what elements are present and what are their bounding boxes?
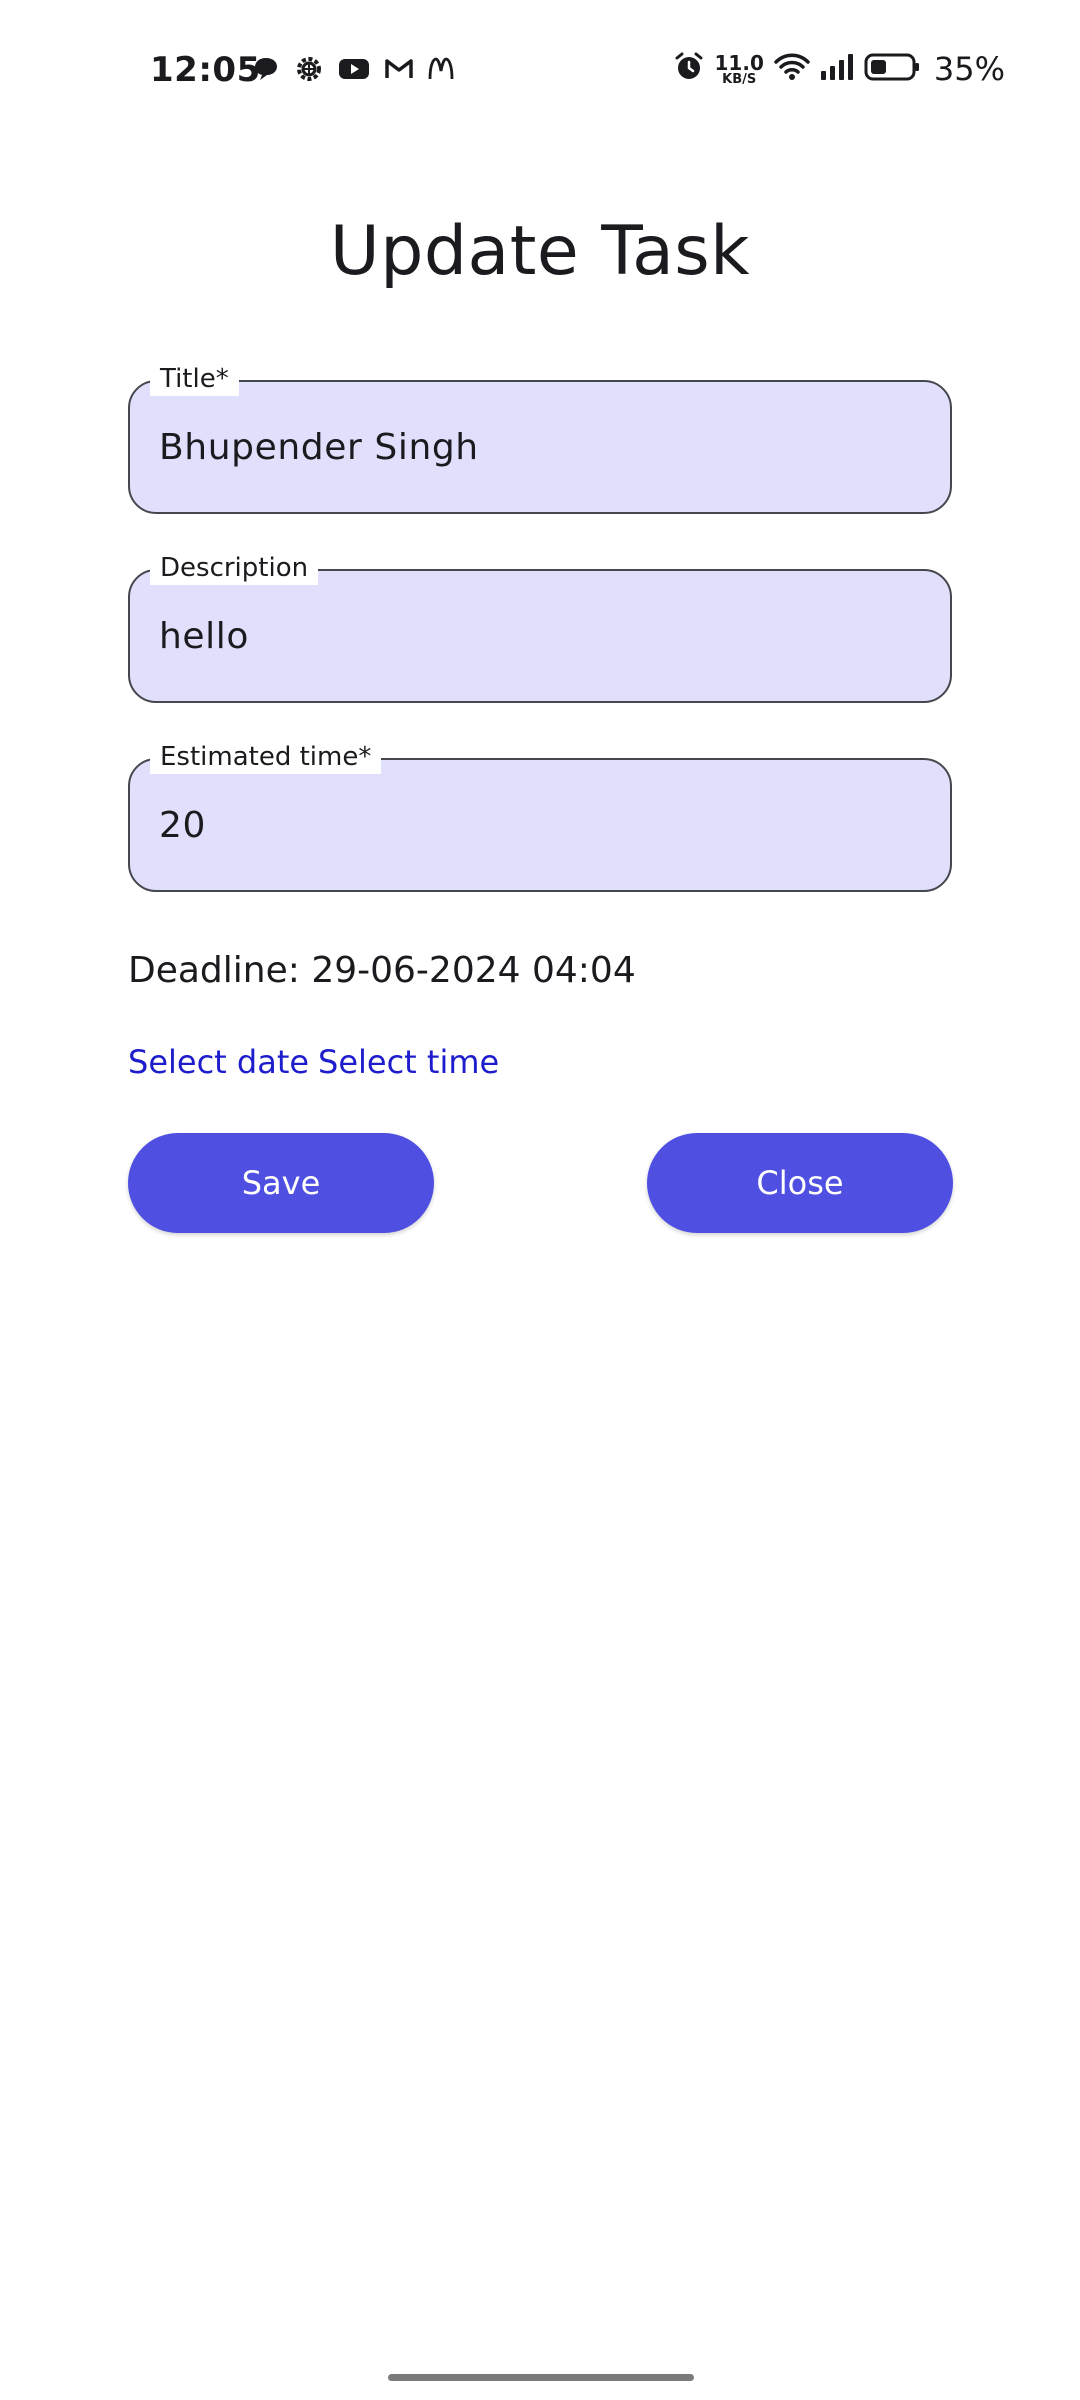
description-field-value[interactable]: hello (159, 571, 249, 701)
estimated-time-field-value[interactable]: 20 (159, 760, 206, 890)
home-indicator[interactable] (388, 2374, 694, 2381)
estimated-time-field[interactable]: Estimated time* 20 (128, 740, 952, 892)
youtube-icon (338, 57, 370, 81)
network-speed: 11.0 KB/S (715, 53, 764, 86)
gear-icon (294, 54, 324, 84)
mcdonalds-icon (428, 57, 454, 81)
select-date-link[interactable]: Select date (128, 1043, 309, 1081)
title-field[interactable]: Title* Bhupender Singh (128, 362, 952, 514)
select-time-link[interactable]: Select time (318, 1043, 499, 1081)
network-speed-value: 11.0 (714, 50, 764, 75)
network-speed-unit: KB/S (722, 71, 757, 87)
alarm-icon (673, 51, 705, 87)
close-button[interactable]: Close (647, 1133, 953, 1233)
title-field-value[interactable]: Bhupender Singh (159, 382, 479, 512)
system-status-icons: 11.0 KB/S 35% (673, 50, 1005, 88)
description-field[interactable]: Description hello (128, 551, 952, 703)
status-bar: 12:05 11.0 KB/S 35% (0, 0, 1080, 140)
deadline-text: Deadline: 29-06-2024 04:04 (128, 950, 636, 991)
gmail-icon (384, 57, 414, 81)
page-title: Update Task (329, 212, 751, 291)
battery-percent: 35% (933, 50, 1005, 88)
status-time: 12:05 (150, 50, 261, 90)
wifi-icon (774, 52, 810, 86)
signal-icon (820, 53, 854, 85)
chat-icon (252, 55, 280, 83)
save-button[interactable]: Save (128, 1133, 434, 1233)
battery-icon (864, 53, 920, 85)
notification-icons (252, 54, 454, 84)
